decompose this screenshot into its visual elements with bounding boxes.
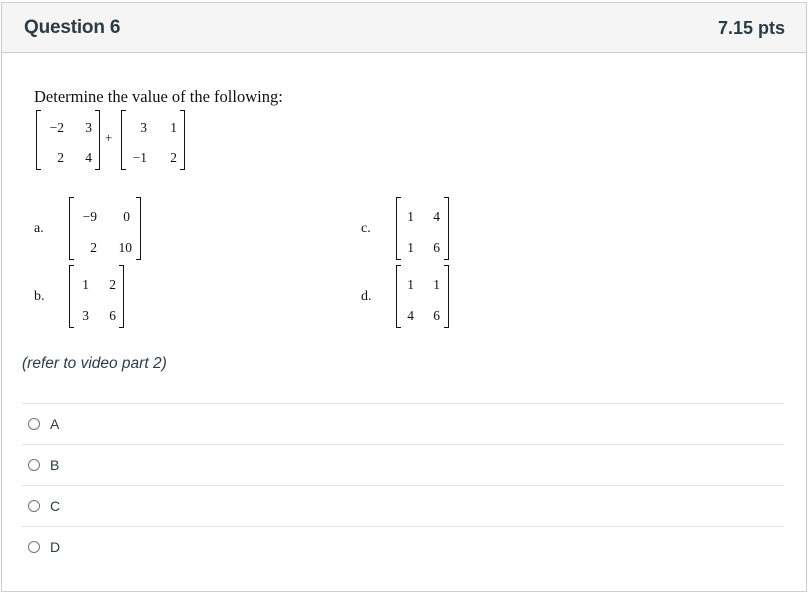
video-reference-note: (refer to video part 2) bbox=[22, 355, 167, 372]
question-title: Question 6 bbox=[24, 17, 121, 38]
plus-operator: + bbox=[105, 130, 113, 145]
option-b-matrix: 1 2 3 6 bbox=[69, 265, 124, 328]
matrix-a-cell: 4 bbox=[85, 150, 92, 165]
answer-label[interactable]: A bbox=[50, 416, 59, 432]
radio-button[interactable] bbox=[28, 418, 40, 430]
option-d-cell: 4 bbox=[407, 308, 414, 323]
option-b-cell: 2 bbox=[109, 277, 116, 292]
matrix-b-cell: 1 bbox=[170, 120, 177, 135]
option-d-label: d. bbox=[361, 289, 372, 304]
option-c-matrix: 1 4 1 6 bbox=[396, 197, 449, 260]
problem-prompt: Determine the value of the following: bbox=[34, 87, 283, 106]
option-c-label: c. bbox=[361, 221, 371, 236]
option-b-cell: 1 bbox=[82, 277, 89, 292]
answer-option-c[interactable]: C bbox=[22, 485, 784, 526]
option-a-cell: 0 bbox=[123, 209, 130, 224]
matrix-a-cell: 3 bbox=[85, 120, 92, 135]
answer-label[interactable]: D bbox=[50, 539, 60, 555]
option-d-cell: 1 bbox=[407, 277, 414, 292]
option-d-matrix: 1 1 4 6 bbox=[396, 265, 449, 328]
matrix-a-cell: −2 bbox=[49, 120, 64, 135]
radio-button[interactable] bbox=[28, 541, 40, 553]
option-b-label: b. bbox=[34, 289, 45, 304]
answer-option-a[interactable]: A bbox=[22, 403, 784, 444]
answer-option-b[interactable]: B bbox=[22, 444, 784, 485]
option-a-cell: 10 bbox=[118, 240, 133, 255]
option-c-cell: 4 bbox=[433, 209, 440, 224]
matrix-a: −2 3 2 4 bbox=[36, 110, 100, 170]
question-image: Determine the value of the following: −2… bbox=[22, 82, 506, 337]
option-a-matrix: −9 0 2 10 bbox=[69, 197, 141, 260]
option-c-cell: 6 bbox=[433, 240, 440, 255]
option-a-cell: −9 bbox=[82, 209, 97, 224]
answer-option-d[interactable]: D bbox=[22, 526, 784, 567]
option-d-cell: 6 bbox=[433, 308, 440, 323]
matrix-b-cell: 3 bbox=[140, 120, 147, 135]
question-points: 7.15 pts bbox=[717, 18, 785, 38]
matrix-b-cell: −1 bbox=[132, 150, 147, 165]
option-c-cell: 1 bbox=[407, 209, 414, 224]
radio-button[interactable] bbox=[28, 459, 40, 471]
option-d-cell: 1 bbox=[433, 277, 440, 292]
option-c-cell: 1 bbox=[407, 240, 414, 255]
matrix-b: 3 1 −1 2 bbox=[121, 110, 185, 170]
answer-label[interactable]: C bbox=[50, 498, 60, 514]
question-header: Question 6 7.15 pts bbox=[2, 3, 806, 53]
answer-label[interactable]: B bbox=[50, 457, 59, 473]
radio-button[interactable] bbox=[28, 500, 40, 512]
option-a-cell: 2 bbox=[90, 240, 97, 255]
matrix-b-cell: 2 bbox=[170, 150, 177, 165]
answer-list: A B C D bbox=[22, 403, 784, 567]
option-b-cell: 3 bbox=[82, 308, 89, 323]
option-b-cell: 6 bbox=[109, 308, 116, 323]
matrix-a-cell: 2 bbox=[57, 150, 64, 165]
option-a-label: a. bbox=[34, 221, 44, 236]
